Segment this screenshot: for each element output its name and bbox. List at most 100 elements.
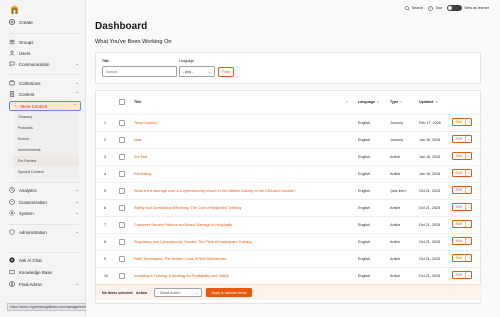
edit-button[interactable]: Edit ⌄ [452, 135, 472, 143]
row-title-link[interactable]: Investing in Training: A Strategy for Pr… [134, 274, 229, 278]
table-row: 4 Ent testing English Article Jan 16, 2026 Ed… [96, 165, 482, 182]
communication-icon [9, 61, 15, 67]
sidebar-item-users[interactable]: Users [9, 50, 79, 56]
row-number: 4 [104, 172, 107, 176]
row-title-link[interactable]: Temp Journey [134, 121, 157, 125]
sidebar-item-system[interactable]: System ⌄ [9, 210, 79, 216]
create-button[interactable]: Create [9, 19, 33, 25]
tour-button[interactable]: ? Tour [428, 5, 442, 11]
row-checkbox[interactable] [119, 119, 125, 126]
sidebar-item-administration[interactable]: Administration ⌄ [9, 229, 79, 235]
chevron-down-icon: ⌄ [75, 229, 79, 234]
search-input[interactable] [102, 66, 177, 77]
column-header-type[interactable]: Type ⇅ [390, 100, 403, 104]
edit-button[interactable]: Edit ⌄ [452, 152, 472, 160]
chevron-down-icon[interactable]: ⌄ [466, 205, 471, 209]
row-number: 2 [104, 138, 107, 142]
edit-button[interactable]: Edit ⌄ [452, 186, 472, 194]
edit-button[interactable]: Edit ⌄ [452, 118, 472, 126]
column-header-language[interactable]: Language ⇅ [358, 100, 380, 104]
sidebar-item-final-admin[interactable]: Final Admin ⌄ [9, 281, 79, 287]
chevron-down-icon[interactable]: ⌄ [466, 154, 471, 158]
row-title-link[interactable]: kkkk [134, 138, 141, 142]
toggle-switch[interactable] [447, 5, 463, 11]
edit-button[interactable]: Edit ⌄ [452, 169, 472, 177]
sidebar-item-groups[interactable]: Groups [9, 39, 79, 45]
sort-icon: ⇅ [400, 100, 403, 104]
sidebar-item-analytics[interactable]: Analytics ⌄ [9, 187, 79, 193]
language-select[interactable]: - Any - ⌄ [179, 66, 215, 77]
row-title-link[interactable]: Regulatory and Cybersecurity Threats: Th… [134, 240, 252, 244]
row-language: English [358, 257, 371, 261]
system-icon [9, 210, 15, 216]
view-as-learner-label: View as learner [464, 6, 489, 10]
sidebar-item-label: Collections [19, 80, 41, 86]
row-title-link[interactable]: Ent Test [134, 155, 147, 159]
column-header-title[interactable]: Title [134, 100, 141, 104]
row-checkbox[interactable] [119, 204, 125, 211]
submenu-item-glossary[interactable]: Glossary [13, 112, 79, 122]
chevron-down-icon[interactable]: ⌄ [466, 239, 471, 243]
row-checkbox[interactable] [119, 255, 125, 262]
logo-icon[interactable] [9, 4, 20, 15]
apply-button[interactable]: Apply to selected items [206, 288, 252, 297]
chevron-down-icon[interactable]: ⌄ [466, 171, 471, 175]
row-checkbox[interactable] [119, 272, 125, 279]
edit-button[interactable]: Edit ⌄ [452, 237, 472, 245]
plus-circle-icon [9, 19, 15, 25]
action-select[interactable]: - Select action - ⌄ [154, 288, 202, 297]
table-row: 1 Temp Journey English Journey Feb 17, 2026 E… [96, 114, 482, 131]
column-header-updated[interactable]: Updated ⇅ [419, 100, 438, 104]
sidebar-item-label: More Content [20, 103, 48, 109]
chevron-down-icon[interactable]: ⌄ [466, 188, 471, 192]
search-button[interactable]: Search [405, 5, 423, 11]
select-all-checkbox[interactable] [119, 99, 125, 105]
chevron-down-icon[interactable]: ⌄ [466, 273, 471, 277]
submenu-item-achievements[interactable]: Achievements [13, 145, 79, 155]
bulk-actions-bar: No items selected Action - Select action… [96, 284, 482, 300]
row-title-link[interactable]: Safety and Operational Efficiency: The C… [134, 206, 241, 210]
submenu-item-for-review[interactable]: For Review [13, 156, 79, 166]
sort-icon[interactable]: ⇅ [346, 100, 349, 104]
sidebar-item-ask-ai-chat[interactable]: Ask Ai Chat [9, 257, 79, 263]
column-label: Title [134, 100, 142, 104]
chevron-up-icon: ⌃ [75, 91, 79, 96]
row-title-link[interactable]: What is the average cost of a cybersecur… [134, 189, 296, 193]
section-title: What You've Been Working On [95, 39, 172, 45]
chevron-down-icon[interactable]: ⌄ [466, 256, 471, 260]
sidebar-item-content[interactable]: Content ⌃ [9, 91, 79, 97]
edit-button[interactable]: Edit ⌄ [452, 220, 472, 228]
table-header: Title ⇅ Language ⇅ Type ⇅ Updated ⇅ [96, 96, 482, 108]
edit-button[interactable]: Edit ⌄ [452, 271, 472, 279]
filter-button[interactable]: Filter [218, 67, 234, 77]
sidebar-divider [9, 74, 79, 75]
chevron-down-icon[interactable]: ⌄ [466, 222, 471, 226]
submenu-item-synced-content[interactable]: Synced Content [13, 167, 79, 177]
sidebar-item-customization[interactable]: Customization ⌄ [9, 199, 79, 205]
row-checkbox[interactable] [119, 136, 125, 143]
sidebar-item-collections[interactable]: Collections ⌄ [9, 80, 79, 86]
sidebar-divider [9, 252, 79, 253]
edit-button[interactable]: Edit ⌄ [452, 203, 472, 211]
submenu-item-podcasts[interactable]: Podcasts [13, 123, 79, 133]
row-title-link[interactable]: Customer Service Failures and Brand Dama… [134, 223, 232, 227]
table-row: 9 Field Technicians: The Hidden Costs of … [96, 250, 482, 267]
row-checkbox[interactable] [119, 153, 125, 160]
chevron-down-icon[interactable]: ⌄ [466, 120, 471, 124]
row-checkbox[interactable] [119, 187, 125, 194]
row-checkbox[interactable] [119, 221, 125, 228]
chevron-down-icon[interactable]: ⌄ [466, 137, 471, 141]
knowledge-base-icon [9, 269, 15, 275]
groups-icon [9, 39, 15, 45]
row-title-link[interactable]: Ent testing [134, 172, 151, 176]
row-checkbox[interactable] [119, 238, 125, 245]
sidebar-item-more-content[interactable]: ⋮ More Content ⌃ [9, 101, 81, 111]
edit-label: Edit [456, 222, 462, 226]
submenu-item-events[interactable]: Events [13, 134, 79, 144]
row-checkbox[interactable] [119, 170, 125, 177]
sidebar-item-communication[interactable]: Communication ⌄ [9, 61, 79, 67]
view-as-learner-toggle[interactable]: View as learner [447, 5, 489, 11]
sidebar-item-knowledge-base[interactable]: Knowledge Base [9, 269, 79, 275]
edit-button[interactable]: Edit ⌄ [452, 254, 472, 262]
row-title-link[interactable]: Field Technicians: The Hidden Costs of S… [134, 257, 227, 261]
